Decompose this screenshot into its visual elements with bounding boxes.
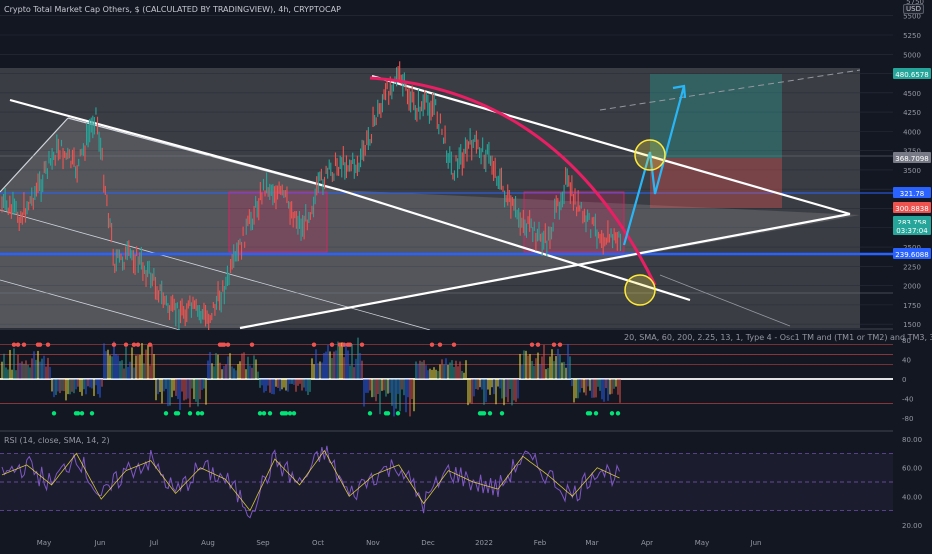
time-axis-label: Nov xyxy=(366,539,380,547)
time-axis-label: May xyxy=(37,539,51,547)
price-tick-label: 5250 xyxy=(903,32,921,40)
price-tick-label: 2250 xyxy=(903,263,921,271)
time-axis-label: May xyxy=(695,539,709,547)
profit-zone-box xyxy=(650,74,782,158)
oscillator-signal-dot xyxy=(329,342,335,347)
main-chart-svg: 5500525050004750450042504000375035003250… xyxy=(0,0,932,550)
pane-divider-1 xyxy=(0,328,932,330)
oscillator-signal-dot xyxy=(283,411,289,416)
oscillator-signal-dot xyxy=(437,342,443,347)
price-tick-label: 5000 xyxy=(903,51,921,59)
price-label-value: 368.7098 xyxy=(895,155,928,163)
oscillator-signal-dot xyxy=(187,411,193,416)
time-axis-label: Sep xyxy=(256,539,270,547)
oscillator-signal-dot xyxy=(195,411,201,416)
loss-zone-box xyxy=(650,158,782,208)
oscillator-signal-dot xyxy=(609,411,615,416)
range-box-1 xyxy=(228,191,328,253)
oscillator-signal-dot xyxy=(291,411,297,416)
oscillator-signal-dot xyxy=(37,342,43,347)
oscillator-signal-dot xyxy=(267,411,273,416)
rsi-tick-label: 20.00 xyxy=(902,522,922,530)
oscillator-tick-label: 40 xyxy=(902,356,911,364)
oscillator-signal-dot xyxy=(367,411,373,416)
oscillator-signal-dot xyxy=(45,342,51,347)
time-axis-label: Aug xyxy=(201,539,215,547)
oscillator-signal-dot xyxy=(75,411,81,416)
chart-stage: 5500525050004750450042504000375035003250… xyxy=(0,0,932,550)
time-axis-label: Feb xyxy=(534,539,547,547)
oscillator-signal-dot xyxy=(481,411,487,416)
oscillator-signal-dot xyxy=(535,342,541,347)
time-axis-label: Dec xyxy=(421,539,435,547)
oscillator-signal-dot xyxy=(593,411,599,416)
oscillator-tick-label: -40 xyxy=(902,396,913,404)
oscillator-tick-label: -80 xyxy=(902,415,913,423)
rsi-band-fill xyxy=(0,453,893,511)
chart-title: Crypto Total Market Cap Others, $ (CALCU… xyxy=(4,5,341,14)
oscillator-signal-dot xyxy=(499,411,505,416)
oscillator-signal-dot xyxy=(487,411,493,416)
oscillator-tick-label: 0 xyxy=(902,376,906,384)
oscillator-signal-dot xyxy=(163,411,169,416)
rsi-tick-label: 80.00 xyxy=(902,436,922,444)
support-highlight-circle xyxy=(624,274,656,306)
oscillator-signal-dot xyxy=(11,342,17,347)
oscillator-signal-dot xyxy=(221,342,227,347)
oscillator-signal-dot xyxy=(225,342,231,347)
oscillator-signal-dot xyxy=(529,342,535,347)
oscillator-signal-dot xyxy=(287,411,293,416)
rsi-legend: RSI (14, close, SMA, 14, 2) xyxy=(4,436,110,445)
price-tick-label: 4000 xyxy=(903,128,921,136)
oscillator-signal-dot xyxy=(89,411,95,416)
top-price-tick: 5750 xyxy=(906,0,924,6)
oscillator-signal-dot xyxy=(135,342,141,347)
oscillator-signal-dot xyxy=(551,342,557,347)
time-axis-label: Jun xyxy=(94,539,106,547)
price-label-value: 480.6578 xyxy=(895,71,928,79)
oscillator-signal-dot xyxy=(451,342,457,347)
oscillator-signal-dot xyxy=(249,342,255,347)
rsi-tick-label: 60.00 xyxy=(902,465,922,473)
oscillator-signal-dot xyxy=(51,411,57,416)
time-axis-label: 2022 xyxy=(475,539,493,547)
oscillator-signal-dot xyxy=(21,342,27,347)
pane-divider-2 xyxy=(0,430,932,432)
price-label-value: 300.8838 xyxy=(895,205,928,213)
oscillator-signal-dot xyxy=(131,342,137,347)
price-label-value: 239.6088 xyxy=(895,251,928,259)
time-axis-label: Apr xyxy=(641,539,653,547)
time-axis-label: Oct xyxy=(312,539,324,547)
price-label-value: 03:37:04 xyxy=(896,227,928,235)
price-tick-label: 3500 xyxy=(903,167,921,175)
oscillator-signal-dot xyxy=(359,342,365,347)
oscillator-signal-dot xyxy=(395,411,401,416)
oscillator-signal-dot xyxy=(385,411,391,416)
oscillator-legend: 20, SMA, 60, 200, 2.25, 13, 1, Type 4 - … xyxy=(624,333,932,342)
price-tick-label: 1500 xyxy=(903,321,921,329)
price-tick-label: 4500 xyxy=(903,90,921,98)
oscillator-signal-dot xyxy=(257,411,263,416)
oscillator-signal-dot xyxy=(429,342,435,347)
oscillator-signal-dot xyxy=(587,411,593,416)
oscillator-signal-dot xyxy=(111,342,117,347)
oscillator-signal-dot xyxy=(199,411,205,416)
price-tick-label: 4250 xyxy=(903,109,921,117)
oscillator-signal-dot xyxy=(557,342,563,347)
price-tick-label: 1750 xyxy=(903,302,921,310)
rsi-tick-label: 40.00 xyxy=(902,493,922,501)
time-axis-label: Jun xyxy=(750,539,762,547)
price-label-value: 321.78 xyxy=(900,190,925,198)
time-axis-label: Mar xyxy=(585,539,598,547)
oscillator-signal-dot xyxy=(261,411,267,416)
breakout-highlight-circle xyxy=(634,139,666,171)
oscillator-signal-dot xyxy=(15,342,21,347)
price-tick-label: 2000 xyxy=(903,283,921,291)
oscillator-signal-dot xyxy=(79,411,85,416)
oscillator-signal-dot xyxy=(175,411,181,416)
oscillator-signal-dot xyxy=(123,342,129,347)
oscillator-signal-dot xyxy=(615,411,621,416)
time-axis-label: Jul xyxy=(149,539,159,547)
oscillator-signal-dot xyxy=(311,342,317,347)
